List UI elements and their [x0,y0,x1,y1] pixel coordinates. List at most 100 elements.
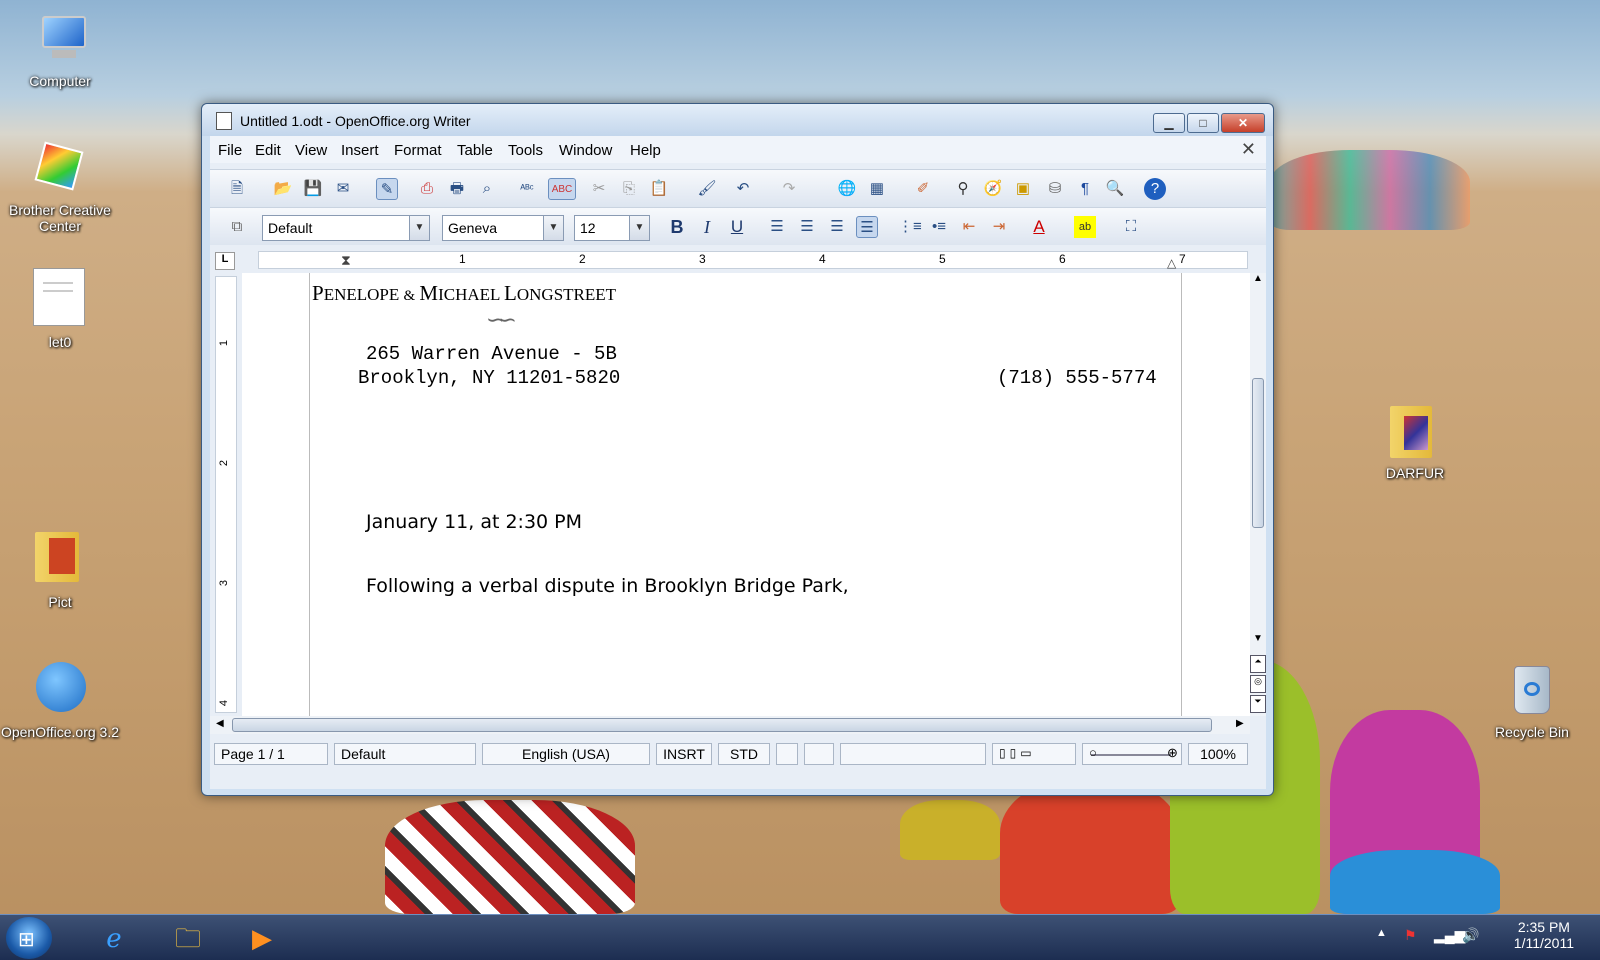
title-bar[interactable]: Untitled 1.odt - OpenOffice.org Writer ▁… [202,104,1273,136]
vertical-scrollbar[interactable]: ▲ ▼ ⏶ ◎ ⏷ [1250,273,1266,716]
show-draw-functions-icon[interactable]: ✐ [912,178,934,200]
data-sources-icon[interactable]: ⛁ [1044,178,1066,200]
digital-signature-indicator[interactable] [776,743,798,765]
increase-indent-icon[interactable]: ⇥ [988,216,1010,238]
hyperlink-icon[interactable]: 🌐 [836,178,858,200]
copy-icon[interactable]: ⎘ [618,178,640,200]
zoom-icon[interactable]: 🔍 [1104,178,1126,200]
recycle-bin-icon[interactable] [1512,662,1552,716]
address-line-2[interactable]: Brooklyn, NY 11201-5820 [358,367,620,389]
close-button[interactable]: ✕ [1221,113,1265,133]
system-clock[interactable]: 2:35 PM 1/11/2011 [1514,919,1574,951]
selection-mode-indicator[interactable]: STD [718,743,770,765]
menu-window[interactable]: Window [559,142,612,159]
font-size-combo[interactable]: 12 ▼ [574,215,650,241]
vertical-scroll-thumb[interactable] [1252,378,1264,528]
numbering-icon[interactable]: ⋮≡ [898,216,922,238]
openoffice-icon[interactable] [32,660,88,716]
network-icon[interactable]: ▂▄▆ [1434,927,1465,944]
background-color-icon[interactable]: ⛶ [1120,216,1142,238]
autospellcheck-icon[interactable]: ABC [548,178,576,200]
zoom-in-icon[interactable]: ⊕ [1167,745,1178,761]
navigation-icon[interactable]: ◎ [1250,675,1266,693]
letterhead-name[interactable]: PENELOPE & MICHAEL LONGSTREET [312,281,616,306]
export-pdf-icon[interactable]: ⎙ [416,178,438,200]
phone-number[interactable]: (718) 555-5774 [997,367,1157,389]
maximize-button[interactable]: □ [1187,113,1219,133]
action-center-icon[interactable]: ⚑ [1404,927,1417,944]
print-icon[interactable]: 🖶 [446,178,468,200]
menu-edit[interactable]: Edit [255,142,281,159]
chevron-down-icon[interactable]: ▼ [409,216,429,240]
save-icon[interactable]: 💾 [302,178,324,200]
start-button[interactable]: ⊞ [6,917,52,959]
italic-icon[interactable]: I [696,216,718,238]
print-preview-icon[interactable]: ⌕ [476,178,498,200]
brother-creative-center-icon[interactable] [33,140,89,196]
scroll-up-icon[interactable]: ▲ [1253,273,1263,284]
scroll-right-icon[interactable]: ▶ [1236,718,1244,729]
cut-icon[interactable]: ✂ [588,178,610,200]
spellcheck-icon[interactable]: ᴬᴮᶜ [516,178,538,200]
document-page[interactable]: PENELOPE & MICHAEL LONGSTREET ∽∽ 265 War… [242,273,1250,716]
align-right-icon[interactable]: ☰ [826,216,848,238]
desktop-label-pict[interactable]: Pict [0,594,125,610]
decrease-indent-icon[interactable]: ⇤ [958,216,980,238]
zoom-slider-handle[interactable]: ○ [1089,745,1097,760]
styles-formatting-icon[interactable]: ⧉ [226,216,248,238]
ruler-strip[interactable]: 1 2 3 4 5 6 7 ⧗ △ [258,251,1248,270]
table-icon[interactable]: ▦ [866,178,888,200]
gallery-icon[interactable]: ▣ [1012,178,1034,200]
formatting-marks-icon[interactable]: ¶ [1074,178,1096,200]
language-indicator[interactable]: English (USA) [482,743,650,765]
scroll-left-icon[interactable]: ◀ [216,718,224,729]
date-line[interactable]: January 11, at 2:30 PM [366,511,582,533]
open-icon[interactable]: 📂 [272,178,294,200]
clone-formatting-icon[interactable]: 🖌 [696,178,718,200]
menu-insert[interactable]: Insert [341,142,379,159]
volume-icon[interactable]: 🔊 [1462,927,1479,944]
menu-view[interactable]: View [295,142,327,159]
tab-type-icon[interactable]: L [215,252,235,270]
computer-icon[interactable] [38,14,90,62]
document-modified-indicator[interactable] [804,743,834,765]
email-icon[interactable]: ✉ [332,178,354,200]
menu-file[interactable]: File [218,142,242,159]
justify-icon[interactable]: ☰ [856,216,878,238]
menu-tools[interactable]: Tools [508,142,543,159]
internet-explorer-icon[interactable]: ℯ [84,918,144,958]
desktop-label-computer[interactable]: Computer [0,73,125,89]
scroll-down-icon[interactable]: ▼ [1253,633,1263,644]
chevron-down-icon[interactable]: ▼ [629,216,649,240]
file-explorer-icon[interactable]: 🗀 [158,918,218,958]
zoom-slider[interactable]: ○ ⊕ [1082,743,1182,765]
font-name-combo[interactable]: Geneva ▼ [442,215,564,241]
desktop-label-let0[interactable]: let0 [0,334,125,350]
zoom-level[interactable]: 100% [1188,743,1248,765]
bullets-icon[interactable]: •≡ [928,216,950,238]
minimize-button[interactable]: ▁ [1153,113,1185,133]
media-player-icon[interactable]: ▶ [232,918,292,958]
body-text-line[interactable]: Following a verbal dispute in Brooklyn B… [366,575,849,597]
left-indent-marker[interactable]: ⧗ [341,252,351,269]
desktop-label-brother[interactable]: Brother Creative Center [0,202,125,234]
font-color-icon[interactable]: A [1028,216,1050,238]
insert-mode-indicator[interactable]: INSRT [656,743,712,765]
desktop-label-openoffice[interactable]: OpenOffice.org 3.2 [0,724,125,740]
paste-icon[interactable]: 📋 [648,178,670,200]
new-document-icon[interactable]: 🗎 [226,178,248,200]
highlighting-icon[interactable]: ab [1074,216,1096,238]
show-hidden-icons-icon[interactable]: ▲ [1376,927,1387,939]
help-icon[interactable]: ? [1144,178,1166,200]
menu-format[interactable]: Format [394,142,442,159]
vertical-ruler[interactable]: 1 2 3 4 [215,276,237,713]
underline-icon[interactable]: U [726,216,748,238]
document-icon[interactable] [31,268,87,328]
horizontal-scrollbar[interactable]: ◀ ▶ [210,716,1250,734]
close-document-icon[interactable]: ✕ [1241,139,1256,160]
redo-icon[interactable]: ↷ [778,178,800,200]
previous-page-icon[interactable]: ⏶ [1250,655,1266,673]
desktop-label-recycle-bin[interactable]: Recycle Bin [1467,724,1597,740]
menu-table[interactable]: Table [457,142,493,159]
folder-icon[interactable] [35,528,83,584]
